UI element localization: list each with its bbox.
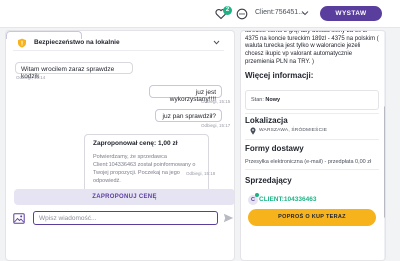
price-offer-card: Zaproponował cenę: 1,00 zł Potwierdzamy,…: [84, 134, 209, 196]
divider: [245, 113, 379, 114]
incoming-message: Witam wrocilem zaraz sprawdze kodzik: [15, 62, 133, 80]
condition-label: Stan:: [251, 97, 264, 103]
outgoing-message: juz jest wykorzystany!!!!: [149, 85, 222, 103]
listing-description: tureckie konto z grą, aby dostać skiny z…: [245, 30, 379, 65]
delivery-value: Przesyłka elektroniczna (e-mail) - przed…: [245, 159, 372, 165]
divider: [245, 169, 379, 170]
message-time: Odbiegi, 15:14: [16, 75, 46, 80]
propose-price-button[interactable]: ZAPROPONUJ CENĘ: [14, 189, 234, 205]
chevron-down-icon: [213, 40, 220, 45]
message-input[interactable]: [33, 211, 218, 225]
message-time: Odbiegi, 15:18: [186, 171, 216, 176]
scrollbar-thumb[interactable]: [384, 106, 385, 218]
scrollbar[interactable]: [384, 31, 385, 260]
message-time: Odbiegi, 15:17: [201, 123, 231, 128]
notification-badge: 2: [223, 6, 232, 15]
message-composer: [6, 206, 234, 230]
condition-value: Nowy: [265, 97, 281, 103]
image-icon[interactable]: [13, 213, 25, 224]
outgoing-message: juz pan sprawdził?: [155, 109, 222, 122]
divider: [245, 139, 379, 140]
seller-name[interactable]: CLIENT:104336463: [259, 196, 316, 203]
listing-details-panel: tureckie konto z grą, aby dostać skiny z…: [240, 30, 386, 261]
top-header: 2 Client:756451... WYSTAW: [0, 0, 400, 28]
offer-title: Zaproponował cenę: 1,00 zł: [93, 140, 178, 147]
chevron-down-icon[interactable]: [301, 10, 309, 16]
account-menu[interactable]: Client:756451...: [255, 9, 304, 16]
message-time: Odbiegi, 15:15: [201, 99, 231, 104]
buy-now-request-button[interactable]: POPROŚ O KUP TERAZ: [248, 209, 376, 226]
chat-icon[interactable]: [236, 8, 248, 20]
security-label: Bezpieczeństwo na lokalnie: [34, 39, 120, 46]
more-info-title: Więcej informacji:: [245, 71, 314, 80]
location-title: Lokalizacja: [245, 116, 288, 125]
sell-button[interactable]: WYSTAW: [320, 6, 382, 21]
offer-description: Potwierdzamy, że sprzedawca Client:10433…: [93, 154, 196, 184]
delivery-title: Formy dostawy: [245, 144, 304, 153]
send-icon[interactable]: [223, 213, 234, 223]
map-pin-icon: [250, 127, 256, 135]
shield-icon: [18, 38, 26, 48]
condition-card: Stan: Nowy: [245, 90, 379, 110]
security-accordion[interactable]: Bezpieczeństwo na lokalnie: [13, 34, 224, 51]
seller-title: Sprzedający: [245, 176, 292, 185]
chat-panel: Bezpieczeństwo na lokalnie Witam wrocile…: [5, 30, 235, 261]
location-value: WARSZAWA, ŚRÓDMIEŚCIE: [259, 128, 328, 133]
